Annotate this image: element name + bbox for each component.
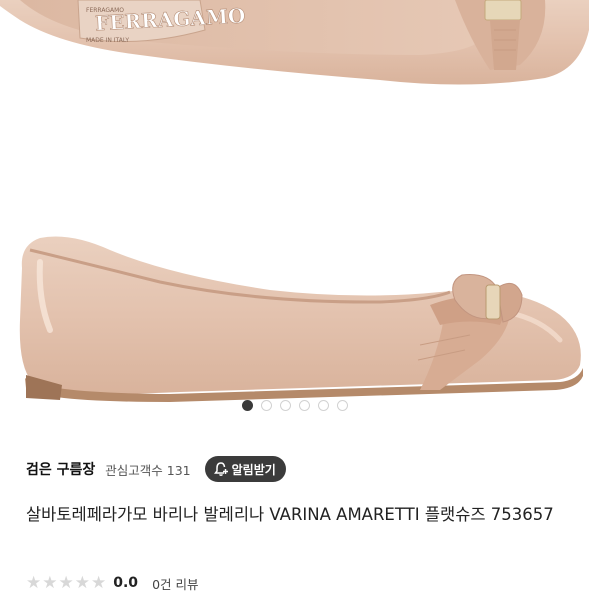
carousel-dot[interactable]: [260, 400, 272, 411]
product-title: 살바토레페라가모 바리나 발레리나 VARINA AMARETTI 플랫슈즈 7…: [26, 505, 554, 524]
svg-text:MADE IN ITALY: MADE IN ITALY: [86, 37, 129, 44]
carousel-dot[interactable]: [298, 400, 310, 411]
seller-info: 검은 구름장 관심고객수 131 알림받기: [26, 456, 286, 482]
star-icon: ★: [74, 573, 90, 593]
carousel-dot[interactable]: [317, 400, 329, 411]
rating-summary[interactable]: ★ ★ ★ ★ ★ 0.0 0건 리뷰: [26, 570, 199, 596]
review-count[interactable]: 0건 리뷰: [152, 574, 198, 593]
product-image-gallery[interactable]: FERRAGAMO FERRAGAMO MADE IN ITALY: [0, 0, 589, 420]
star-icon: ★: [58, 573, 74, 593]
carousel-dot[interactable]: [336, 400, 348, 411]
svg-text:FERRAGAMO: FERRAGAMO: [86, 7, 124, 14]
carousel-dot[interactable]: [241, 400, 253, 411]
store-name[interactable]: 검은 구름장: [26, 459, 95, 479]
star-icon: ★: [26, 573, 42, 593]
interest-count: 관심고객수 131: [105, 462, 191, 478]
star-icon: ★: [91, 573, 107, 593]
alarm-button[interactable]: 알림받기: [204, 456, 286, 482]
alarm-button-label: 알림받기: [231, 462, 276, 477]
product-image: FERRAGAMO FERRAGAMO MADE IN ITALY: [0, 0, 589, 402]
carousel-indicator: [0, 400, 589, 418]
star-icon: ★: [42, 573, 58, 593]
carousel-dot[interactable]: [279, 400, 291, 411]
bell-plus-icon: [213, 462, 228, 476]
